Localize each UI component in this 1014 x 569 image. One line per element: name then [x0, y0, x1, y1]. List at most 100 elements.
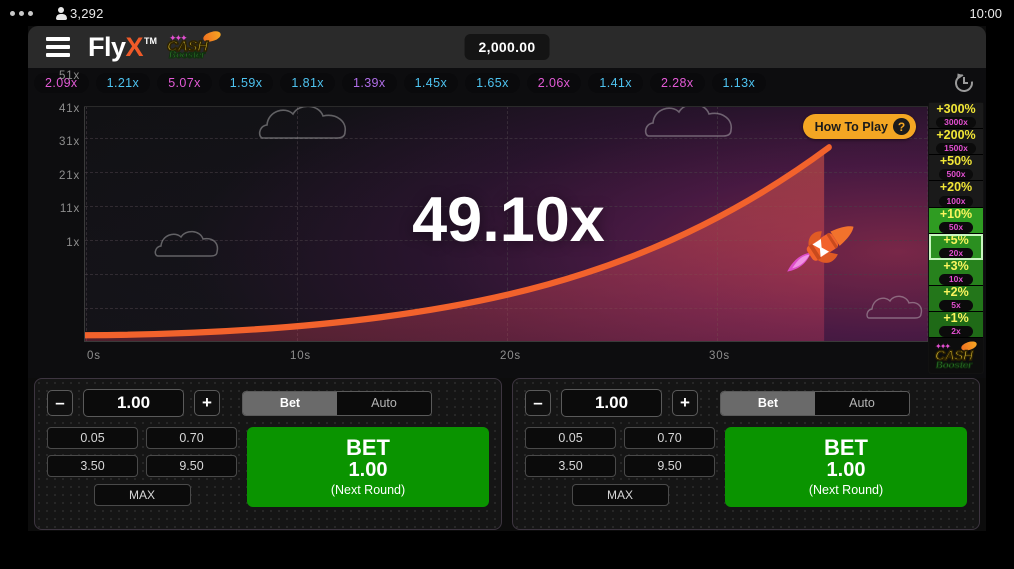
history-chip-list: 2.09x 1.21x 5.07x 1.59x 1.81x 1.39x 1.45x 1.65x…: [34, 73, 767, 93]
y-axis-tick-41x: 41x: [59, 103, 80, 115]
history-chip[interactable]: 2.28x: [649, 73, 705, 93]
ladder-row-multiplier: 2x: [939, 326, 973, 338]
brand-fly: Fly: [88, 31, 126, 62]
brand-x: X: [125, 31, 144, 62]
bet-mode-toggle: Bet Auto: [242, 390, 432, 416]
tab-bet[interactable]: Bet: [721, 391, 815, 415]
ladder-row[interactable]: +200% 1500x: [929, 128, 983, 156]
ladder-row[interactable]: +5% 20x: [929, 232, 983, 260]
history-chip[interactable]: 1.13x: [711, 73, 767, 93]
quick-amount-button[interactable]: 0.70: [624, 427, 715, 449]
ladder-row-percent: +50%: [939, 154, 973, 169]
tab-auto[interactable]: Auto: [815, 391, 909, 415]
decrease-bet-button[interactable]: –: [47, 390, 73, 416]
quick-amount-button[interactable]: 0.05: [47, 427, 138, 449]
place-bet-amount: 1.00: [348, 458, 388, 481]
ladder-row-percent: +20%: [939, 180, 973, 195]
history-chip[interactable]: 1.65x: [465, 73, 520, 93]
bet-actions-row: 0.05 0.70 3.50 9.50 MAX BET 1.00 (Next Round): [47, 427, 489, 507]
ladder-row-percent: +10%: [939, 206, 973, 221]
quick-amount-grid: 0.05 0.70 3.50 9.50: [47, 427, 237, 477]
quick-amount-button[interactable]: 3.50: [525, 455, 616, 477]
increase-bet-button[interactable]: +: [194, 390, 220, 416]
history-chip[interactable]: 2.06x: [526, 73, 582, 93]
history-chip[interactable]: 1.45x: [403, 73, 459, 93]
bet-amount-row: –1.00 + Bet Auto: [47, 389, 489, 417]
balance-display[interactable]: 2,000.00: [464, 34, 550, 60]
tab-bet[interactable]: Bet: [243, 391, 337, 415]
ladder-row[interactable]: +2% 5x: [929, 284, 983, 312]
cash-booster-ladder: +300% 3000x +200% 1500x +50% 500x +20% 100x +10%…: [928, 102, 984, 374]
multiplier-chart: 1x 11x 21x 31x 41x 51x 0s 10s 20s 30s 49…: [36, 70, 942, 370]
round-history-bar: 2.09x 1.21x 5.07x 1.59x 1.81x 1.39x 1.45x 1.65x…: [28, 68, 986, 98]
viewer-count: 3,292: [55, 6, 104, 21]
x-axis-tick-20s: 20s: [500, 350, 521, 362]
tab-auto[interactable]: Auto: [337, 391, 431, 415]
place-bet-title: BET: [346, 434, 390, 460]
y-axis-tick-1x: 1x: [66, 237, 80, 249]
y-axis-tick-11x: 11x: [59, 203, 80, 215]
bet-amount-row: –1.00 + Bet Auto: [525, 389, 967, 417]
y-axis-tick-51x: 51x: [59, 70, 80, 82]
app-header: FlyX TM ✦✦✦ CASH Booster 2,000.00: [28, 26, 986, 68]
ladder-row[interactable]: +50% 500x: [929, 154, 983, 182]
ladder-row-multiplier: 500x: [938, 169, 974, 181]
brand-name: FlyX: [88, 31, 144, 62]
quick-amount-button[interactable]: 9.50: [146, 455, 237, 477]
rocket-icon: [775, 214, 871, 278]
x-axis-tick-10s: 10s: [290, 350, 311, 362]
history-clock-icon[interactable]: [951, 70, 977, 96]
bet-amount-input[interactable]: 1.00: [83, 389, 184, 417]
y-axis-tick-31x: 31x: [59, 136, 80, 148]
game-window: FlyX TM ✦✦✦ CASH Booster 2,000.00 2.09x 1…: [28, 26, 986, 531]
question-mark-icon: ?: [893, 118, 910, 135]
place-bet-button[interactable]: BET 1.00 (Next Round): [247, 427, 489, 507]
history-chip[interactable]: 1.39x: [341, 73, 397, 93]
hamburger-menu-icon[interactable]: [46, 37, 70, 57]
quick-amount-button[interactable]: 3.50: [47, 455, 138, 477]
ladder-row-percent: +2%: [943, 284, 969, 299]
ladder-cash-booster-logo: ✦✦✦ CASH Booster: [929, 338, 983, 373]
history-chip[interactable]: 5.07x: [157, 73, 212, 93]
history-chip[interactable]: 1.59x: [218, 73, 274, 93]
history-chip[interactable]: 1.81x: [280, 73, 335, 93]
place-bet-button[interactable]: BET 1.00 (Next Round): [725, 427, 967, 507]
max-bet-button[interactable]: MAX: [93, 484, 191, 506]
bet-panel: –1.00 + Bet Auto 0.05 0.70 3.50 9.50 MAX BET 1.00(…: [34, 378, 502, 530]
ladder-row[interactable]: +3% 10x: [929, 259, 983, 286]
bet-actions-row: 0.05 0.70 3.50 9.50 MAX BET 1.00 (Next Round): [525, 427, 967, 507]
history-chip[interactable]: 1.21x: [95, 73, 151, 93]
brand-logo: FlyX TM: [88, 31, 158, 62]
ladder-row[interactable]: +300% 3000x: [929, 102, 983, 130]
decrease-bet-button[interactable]: –: [525, 390, 551, 416]
more-dots-icon[interactable]: [10, 10, 33, 16]
quick-amount-button[interactable]: 0.70: [146, 427, 237, 449]
how-to-play-label: How To Play: [814, 119, 888, 134]
ladder-row-multiplier: 5x: [939, 300, 973, 311]
history-chip[interactable]: 1.41x: [588, 73, 643, 93]
chart-plot-area: 49.10x How To Play ?: [84, 106, 932, 342]
increase-bet-button[interactable]: +: [672, 390, 698, 416]
x-axis-tick-30s: 30s: [709, 350, 730, 362]
ladder-row-percent: +5%: [943, 232, 969, 247]
quick-amount-button[interactable]: 9.50: [624, 455, 715, 477]
max-bet-button[interactable]: MAX: [571, 484, 669, 506]
ladder-row[interactable]: +20% 100x: [929, 180, 983, 208]
ladder-row-multiplier: 10x: [939, 273, 973, 285]
ladder-row[interactable]: +10% 50x: [929, 206, 983, 234]
how-to-play-button[interactable]: How To Play ?: [802, 114, 916, 139]
place-bet-amount: 1.00: [826, 458, 866, 481]
ladder-row[interactable]: +1% 2x: [929, 311, 983, 339]
bet-mode-toggle: Bet Auto: [720, 390, 910, 416]
bet-amount-input[interactable]: 1.00: [561, 389, 662, 417]
ladder-row-multiplier: 1500x: [936, 143, 976, 155]
os-status-bar: 3,292 10:00: [0, 0, 1014, 26]
quick-amount-button[interactable]: 0.05: [525, 427, 616, 449]
ladder-row-percent: +300%: [936, 102, 976, 116]
bet-panel: –1.00 + Bet Auto 0.05 0.70 3.50 9.50 MAX BET 1.00(…: [512, 378, 980, 530]
trademark-icon: TM: [144, 35, 158, 46]
system-clock: 10:00: [969, 5, 1002, 21]
ladder-row-multiplier: 3000x: [936, 117, 976, 129]
ladder-row-multiplier: 20x: [939, 247, 973, 259]
ladder-row-percent: +1%: [943, 311, 969, 325]
